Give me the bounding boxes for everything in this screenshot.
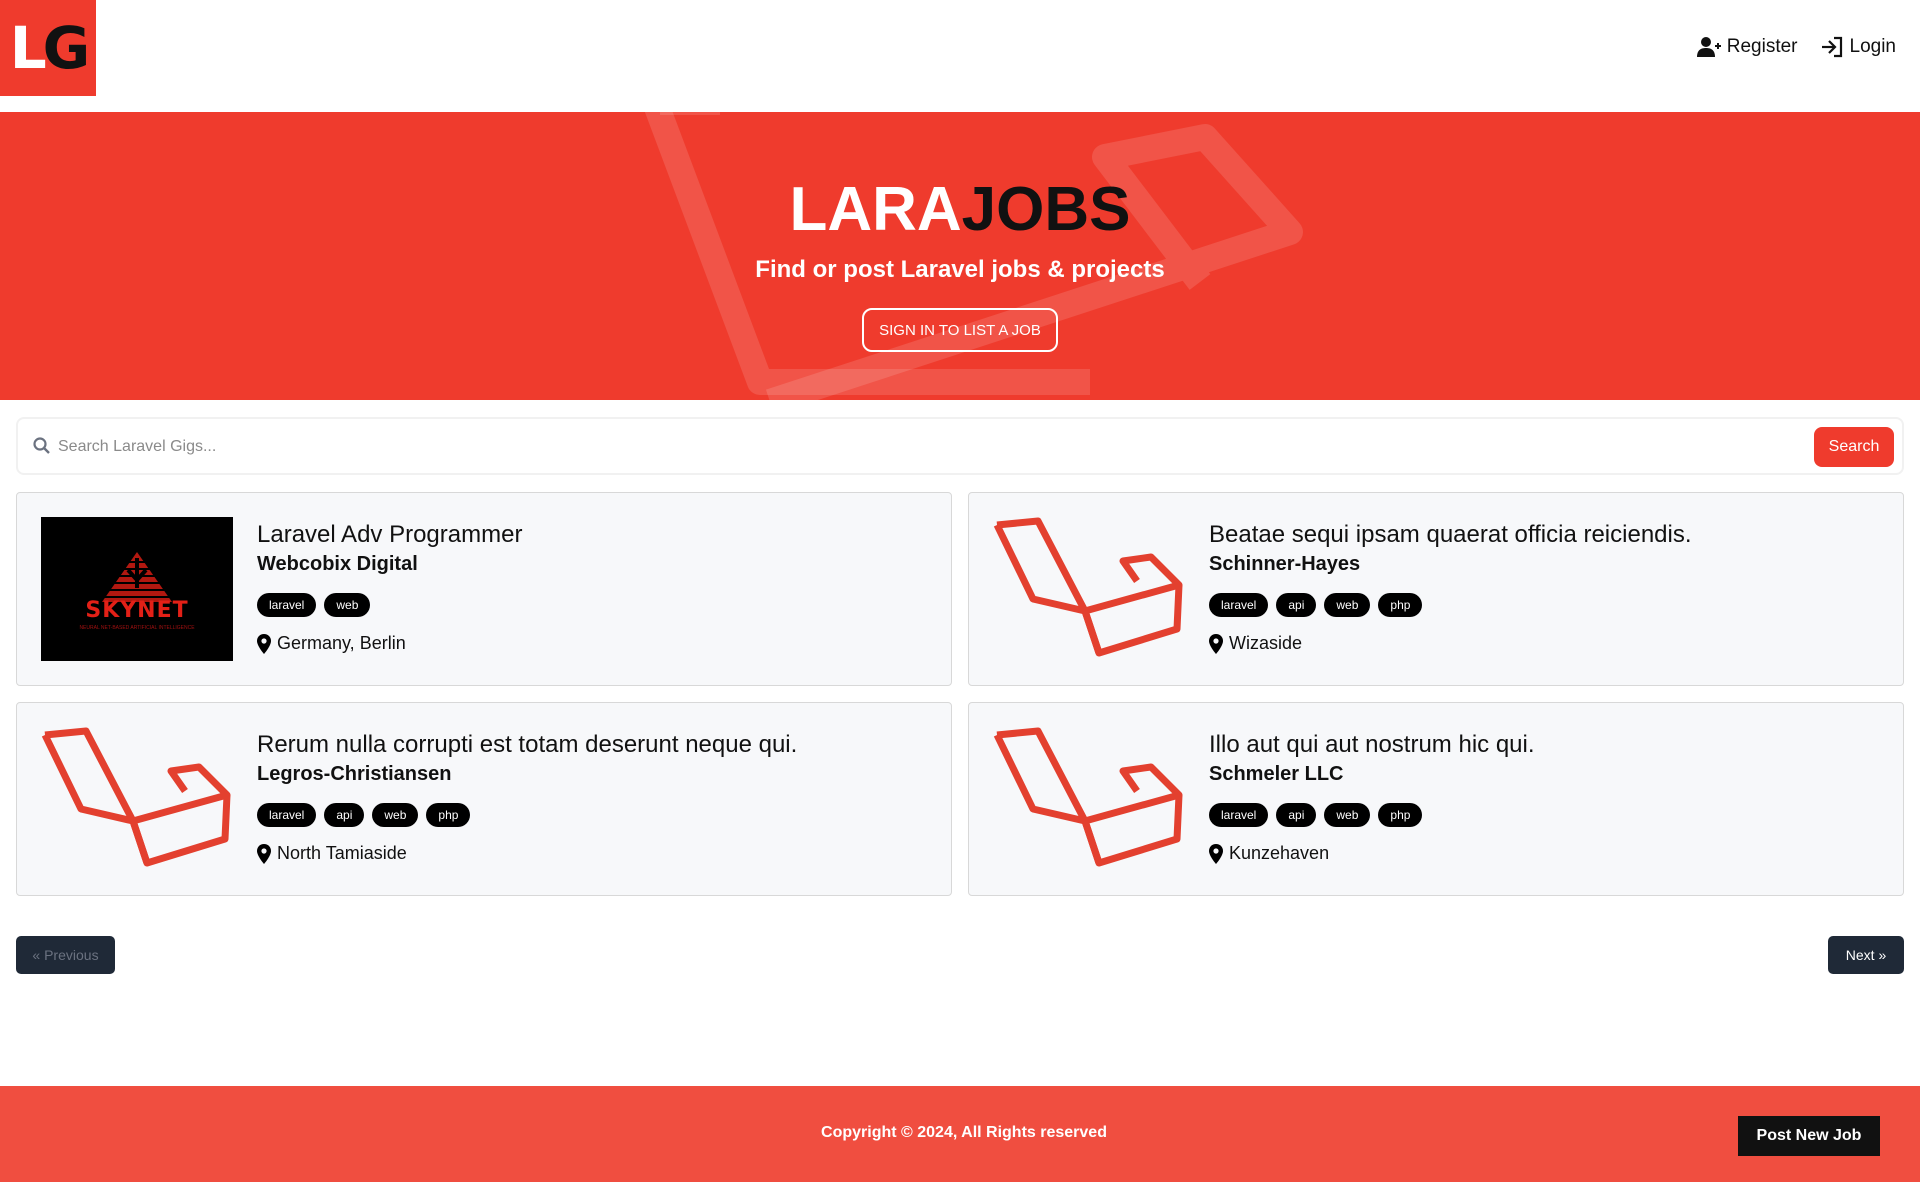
listing-location: Wizaside bbox=[1209, 633, 1302, 654]
laravel-logo-icon bbox=[993, 517, 1183, 657]
tag[interactable]: web bbox=[1324, 803, 1371, 827]
skynet-emblem-icon bbox=[98, 551, 176, 602]
skynet-tagline: NEURAL NET-BASED ARTIFICIAL INTELLIGENCE bbox=[79, 624, 195, 631]
hero-banner: LARAJOBS Find or post Laravel jobs & pro… bbox=[0, 112, 1920, 400]
company-logo[interactable]: SKYNET NEURAL NET-BASED ARTIFICIAL INTEL… bbox=[41, 517, 233, 661]
listing-tags: laravel api web php bbox=[1209, 593, 1423, 617]
hero-title-jobs: JOBS bbox=[961, 175, 1131, 244]
tag[interactable]: php bbox=[426, 803, 471, 827]
map-marker-icon bbox=[257, 633, 271, 654]
listing-card: Illo aut qui aut nostrum hic qui. Schmel… bbox=[968, 702, 1904, 896]
navbar: LG Register Login bbox=[0, 0, 1920, 112]
map-marker-icon bbox=[1209, 633, 1223, 654]
company-logo[interactable] bbox=[993, 727, 1185, 871]
listing-tags: laravel api web php bbox=[257, 803, 471, 827]
listing-card: Beatae sequi ipsam quaerat officia reici… bbox=[968, 492, 1904, 686]
tag[interactable]: laravel bbox=[257, 593, 317, 617]
tag[interactable]: laravel bbox=[257, 803, 317, 827]
map-marker-icon bbox=[257, 843, 271, 864]
previous-page-button: « Previous bbox=[16, 936, 115, 974]
tag[interactable]: api bbox=[1276, 593, 1317, 617]
login-link[interactable]: Login bbox=[1820, 36, 1897, 58]
sign-in-icon bbox=[1821, 36, 1842, 58]
listing-card: SKYNET NEURAL NET-BASED ARTIFICIAL INTEL… bbox=[16, 492, 952, 686]
nav-links: Register Login bbox=[1696, 36, 1897, 58]
laravel-logo-icon bbox=[41, 727, 231, 867]
post-new-job-button[interactable]: Post New Job bbox=[1738, 1116, 1880, 1156]
location-text: Kunzehaven bbox=[1229, 843, 1330, 863]
company-logo[interactable] bbox=[993, 517, 1185, 661]
tag[interactable]: api bbox=[324, 803, 365, 827]
skynet-wordmark: SKYNET bbox=[85, 597, 189, 623]
register-link[interactable]: Register bbox=[1696, 36, 1798, 58]
listing-title[interactable]: Rerum nulla corrupti est totam deserunt … bbox=[257, 731, 797, 759]
site-logo[interactable]: LG bbox=[0, 0, 96, 96]
listing-tags: laravel api web php bbox=[1209, 803, 1423, 827]
user-plus-icon bbox=[1696, 37, 1721, 57]
skynet-logo: SKYNET NEURAL NET-BASED ARTIFICIAL INTEL… bbox=[41, 517, 233, 661]
listing-company: Webcobix Digital bbox=[257, 553, 418, 575]
logo-letter-l: L bbox=[9, 14, 47, 82]
sign-in-to-list-button[interactable]: SIGN IN TO LIST A JOB bbox=[862, 308, 1058, 352]
next-page-button[interactable]: Next » bbox=[1828, 936, 1904, 974]
search-bar: Search bbox=[16, 417, 1904, 475]
copyright-text: Copyright © 2024, All Rights reserved bbox=[821, 1124, 1107, 1141]
logo-letter-g: G bbox=[42, 14, 91, 82]
location-text: Wizaside bbox=[1229, 633, 1303, 653]
listing-tags: laravel web bbox=[257, 593, 371, 617]
listing-location: Germany, Berlin bbox=[257, 633, 406, 654]
listing-title[interactable]: Illo aut qui aut nostrum hic qui. bbox=[1209, 731, 1535, 759]
listing-company: Legros-Christiansen bbox=[257, 763, 452, 785]
hero-subtitle: Find or post Laravel jobs & projects bbox=[755, 256, 1165, 283]
tag[interactable]: laravel bbox=[1209, 593, 1269, 617]
listing-card: Rerum nulla corrupti est totam deserunt … bbox=[16, 702, 952, 896]
tag[interactable]: php bbox=[1378, 803, 1423, 827]
listing-title[interactable]: Beatae sequi ipsam quaerat officia reici… bbox=[1209, 521, 1692, 549]
listing-location: North Tamiaside bbox=[257, 843, 407, 864]
listing-location: Kunzehaven bbox=[1209, 843, 1329, 864]
tag[interactable]: laravel bbox=[1209, 803, 1269, 827]
listing-title[interactable]: Laravel Adv Programmer bbox=[257, 521, 522, 549]
search-input[interactable] bbox=[58, 429, 1758, 465]
hero-title-lara: LARA bbox=[789, 175, 962, 244]
tag[interactable]: web bbox=[324, 593, 371, 617]
location-text: Germany, Berlin bbox=[277, 633, 406, 653]
search-icon bbox=[33, 437, 50, 454]
tag[interactable]: api bbox=[1276, 803, 1317, 827]
tag[interactable]: php bbox=[1378, 593, 1423, 617]
search-button[interactable]: Search bbox=[1814, 427, 1894, 467]
register-label: Register bbox=[1726, 36, 1798, 57]
company-logo[interactable] bbox=[41, 727, 233, 871]
hero-title: LARAJOBS bbox=[0, 174, 1920, 245]
tag[interactable]: web bbox=[1324, 593, 1371, 617]
tag[interactable]: web bbox=[372, 803, 419, 827]
listing-company: Schmeler LLC bbox=[1209, 763, 1344, 785]
laravel-logo-icon bbox=[993, 727, 1183, 867]
map-marker-icon bbox=[1209, 843, 1223, 864]
listing-company: Schinner-Hayes bbox=[1209, 553, 1361, 575]
login-label: Login bbox=[1849, 36, 1897, 57]
footer: Copyright © 2024, All Rights reserved Po… bbox=[0, 1086, 1920, 1182]
location-text: North Tamiaside bbox=[277, 843, 407, 863]
